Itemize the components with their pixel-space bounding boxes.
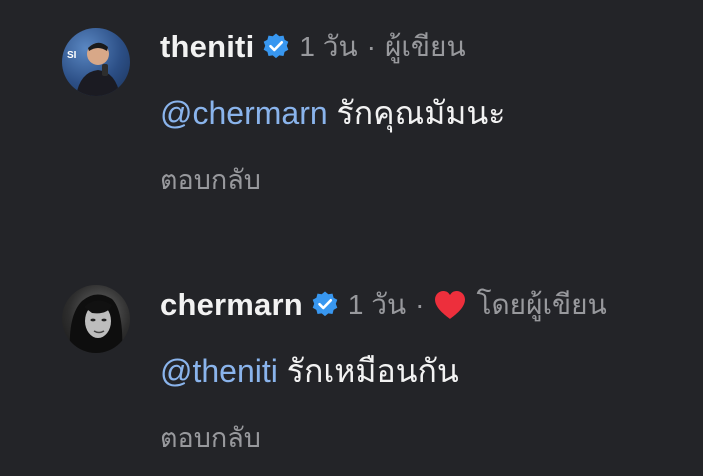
mention-link[interactable]: @theniti — [160, 353, 278, 389]
comment-time: 1 วัน — [347, 289, 407, 320]
author-label: ผู้เขียน — [384, 31, 466, 62]
separator-dot: · — [366, 31, 376, 62]
comment-body: รักคุณมัมนะ — [336, 95, 506, 131]
comment-text: @theniti รักเหมือนกัน — [160, 346, 459, 397]
username[interactable]: chermarn — [160, 287, 303, 323]
avatar[interactable]: SI — [62, 28, 130, 96]
comment-text: @chermarn รักคุณมัมนะ — [160, 88, 505, 139]
heart-icon — [435, 291, 466, 319]
svg-text:SI: SI — [67, 50, 77, 61]
verified-badge-icon — [312, 291, 338, 317]
reply-button[interactable]: ตอบกลับ — [160, 416, 261, 459]
verified-badge-icon — [264, 33, 289, 59]
author-label: โดยผู้เขียน — [476, 289, 607, 320]
username[interactable]: theniti — [160, 29, 254, 65]
comment-body: รักเหมือนกัน — [286, 353, 459, 389]
reply-button[interactable]: ตอบกลับ — [160, 158, 261, 201]
avatar[interactable] — [62, 285, 130, 353]
separator-dot: · — [415, 289, 425, 320]
mention-link[interactable]: @chermarn — [160, 95, 328, 131]
comment-header: theniti 1 วัน · ผู้เขียน — [160, 27, 466, 67]
comment-header: chermarn 1 วัน · โดยผู้เขียน — [160, 285, 607, 325]
avatar-image: SI — [67, 42, 120, 96]
avatar-image — [69, 294, 123, 353]
comment-time: 1 วัน — [299, 31, 358, 62]
